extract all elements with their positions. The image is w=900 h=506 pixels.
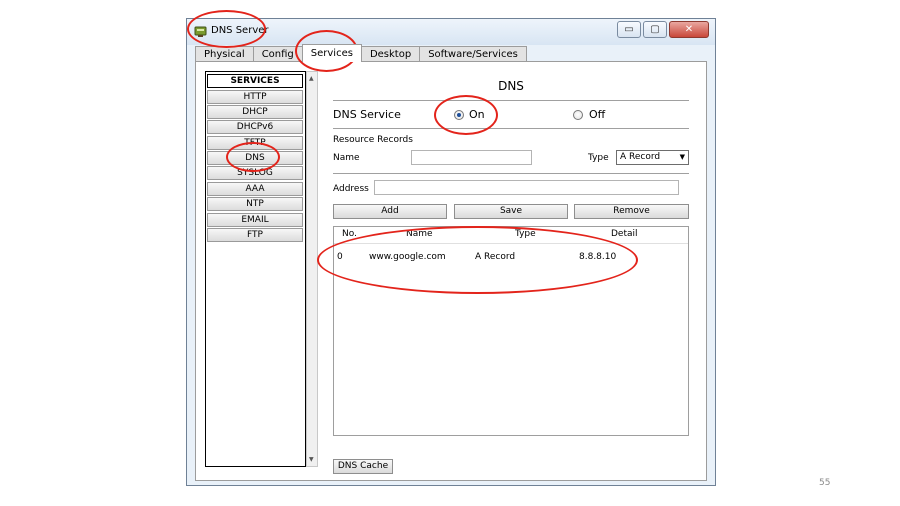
type-label: Type (588, 153, 609, 163)
service-tftp-button[interactable]: TFTP (207, 136, 303, 150)
maximize-icon: ▢ (650, 24, 660, 35)
row-type: A Record (475, 252, 516, 262)
divider (333, 173, 689, 174)
close-button[interactable]: ✕ (669, 21, 709, 38)
column-type[interactable]: Type (515, 229, 536, 239)
minimize-icon: ▭ (624, 24, 634, 35)
save-button[interactable]: Save (454, 204, 568, 219)
dns-panel-title: DNS (498, 79, 524, 93)
scroll-down-icon[interactable]: ▼ (309, 456, 314, 463)
remove-button[interactable]: Remove (574, 204, 689, 219)
dns-server-window: DNS Server ▭ ▢ ✕ Physical Config Service… (186, 18, 716, 486)
address-label: Address (333, 184, 369, 194)
tab-desktop[interactable]: Desktop (360, 46, 421, 62)
minimize-button[interactable]: ▭ (617, 21, 641, 38)
dns-service-label: DNS Service (333, 108, 401, 121)
service-email-button[interactable]: EMAIL (207, 213, 303, 227)
records-table: No. Name Type Detail 0 www.google.com A … (333, 226, 689, 436)
dns-on-label[interactable]: On (469, 108, 485, 121)
window-title: DNS Server (211, 25, 269, 36)
dns-on-radio[interactable] (454, 110, 464, 120)
service-dhcp-button[interactable]: DHCP (207, 105, 303, 119)
name-field[interactable] (411, 150, 532, 165)
type-select[interactable]: A Record ▼ (616, 150, 689, 165)
service-dhcpv6-button[interactable]: DHCPv6 (207, 120, 303, 134)
services-scrollbar[interactable]: ▲ ▼ (306, 71, 318, 467)
dns-off-radio[interactable] (573, 110, 583, 120)
type-select-value: A Record (620, 152, 661, 162)
address-field[interactable] (374, 180, 679, 195)
services-heading: SERVICES (207, 74, 303, 88)
table-header: No. Name Type Detail (334, 227, 688, 244)
add-button[interactable]: Add (333, 204, 447, 219)
service-ntp-button[interactable]: NTP (207, 197, 303, 211)
close-icon: ✕ (684, 24, 694, 35)
service-dns-button[interactable]: DNS (207, 151, 303, 165)
slide: DNS Server ▭ ▢ ✕ Physical Config Service… (0, 0, 900, 506)
page-number: 55 (819, 478, 831, 488)
tab-bar: Physical Config Services Desktop Softwar… (195, 44, 527, 62)
divider (333, 100, 689, 101)
resource-records-label: Resource Records (333, 135, 413, 145)
service-ftp-button[interactable]: FTP (207, 228, 303, 242)
tab-services[interactable]: Services (301, 44, 362, 62)
row-no: 0 (337, 252, 343, 262)
column-detail[interactable]: Detail (611, 229, 638, 239)
chevron-down-icon: ▼ (679, 153, 685, 161)
column-name[interactable]: Name (406, 229, 433, 239)
window-controls: ▭ ▢ ✕ (617, 21, 709, 38)
service-http-button[interactable]: HTTP (207, 90, 303, 104)
server-icon (194, 26, 207, 37)
title-bar[interactable]: DNS Server ▭ ▢ ✕ (187, 19, 715, 45)
services-list: SERVICES HTTP DHCP DHCPv6 TFTP DNS SYSLO… (205, 71, 306, 467)
dns-cache-button[interactable]: DNS Cache (333, 459, 393, 474)
dns-off-label[interactable]: Off (589, 108, 605, 121)
service-aaa-button[interactable]: AAA (207, 182, 303, 196)
tab-software-services[interactable]: Software/Services (419, 46, 527, 62)
tab-config[interactable]: Config (252, 46, 303, 62)
scroll-up-icon[interactable]: ▲ (309, 75, 314, 82)
divider (333, 128, 689, 129)
services-tab-content: SERVICES HTTP DHCP DHCPv6 TFTP DNS SYSLO… (195, 61, 707, 481)
tab-physical[interactable]: Physical (195, 46, 254, 62)
row-name: www.google.com (369, 252, 446, 262)
name-label: Name (333, 153, 360, 163)
column-no[interactable]: No. (342, 229, 357, 239)
maximize-button[interactable]: ▢ (643, 21, 667, 38)
service-syslog-button[interactable]: SYSLOG (207, 166, 303, 180)
row-detail: 8.8.8.10 (579, 252, 617, 262)
